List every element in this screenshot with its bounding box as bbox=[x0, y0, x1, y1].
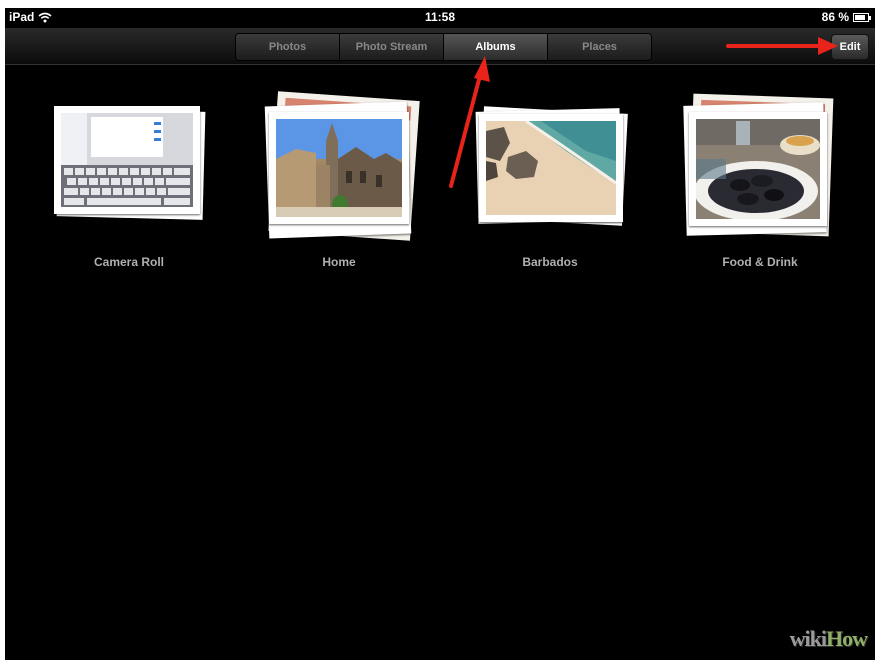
album-thumbnail-stack bbox=[54, 106, 206, 220]
album-barbados[interactable]: Barbados bbox=[450, 88, 650, 278]
watermark-wiki: wiki bbox=[789, 626, 827, 651]
album-label: Camera Roll bbox=[93, 255, 165, 269]
tab-segmented-control: Photos Photo Stream Albums Places bbox=[235, 33, 652, 61]
home-cover-image bbox=[276, 119, 402, 217]
tab-photos[interactable]: Photos bbox=[236, 34, 340, 60]
status-bar: iPad 11:58 86 % bbox=[5, 8, 875, 28]
beach-picture bbox=[486, 119, 617, 215]
album-label: Food & Drink bbox=[722, 255, 798, 269]
cathedral-picture bbox=[276, 119, 402, 217]
album-label: Barbados bbox=[522, 255, 578, 269]
album-camera-roll[interactable]: Camera Roll bbox=[29, 88, 229, 278]
barbados-cover-image bbox=[486, 119, 617, 215]
navigation-bar: Photos Photo Stream Albums Places Edit bbox=[5, 28, 875, 65]
battery-fill bbox=[855, 14, 865, 20]
album-thumbnail-stack bbox=[264, 91, 420, 244]
mussels-picture bbox=[694, 119, 820, 221]
status-right: 86 % bbox=[821, 10, 871, 24]
watermark-how: How bbox=[826, 626, 868, 651]
album-thumbnail-stack bbox=[683, 93, 835, 246]
battery-icon bbox=[853, 12, 871, 22]
tab-albums[interactable]: Albums bbox=[444, 34, 548, 60]
barbados-cover bbox=[479, 114, 623, 222]
wikihow-watermark: wikiHow bbox=[789, 626, 868, 652]
edit-button[interactable]: Edit bbox=[831, 34, 869, 60]
food-drink-cover bbox=[689, 112, 827, 226]
tab-photo-stream[interactable]: Photo Stream bbox=[340, 34, 444, 60]
food-drink-cover-image bbox=[694, 119, 820, 221]
status-time: 11:58 bbox=[424, 10, 456, 24]
album-food-drink[interactable]: Food & Drink bbox=[660, 88, 860, 278]
camera-roll-cover bbox=[54, 106, 200, 214]
album-home[interactable]: Home bbox=[239, 88, 439, 278]
home-cover bbox=[269, 112, 409, 224]
keyboard-thumbnail-icon bbox=[61, 113, 193, 207]
ipad-screenshot-thumb bbox=[61, 113, 193, 207]
battery-percent: 86 % bbox=[821, 10, 849, 24]
album-thumbnail-stack bbox=[475, 106, 628, 228]
ipad-screen: iPad 11:58 86 % Photos Photo Stream Albu… bbox=[5, 8, 875, 660]
tab-places[interactable]: Places bbox=[548, 34, 651, 60]
album-label: Home bbox=[322, 255, 356, 269]
